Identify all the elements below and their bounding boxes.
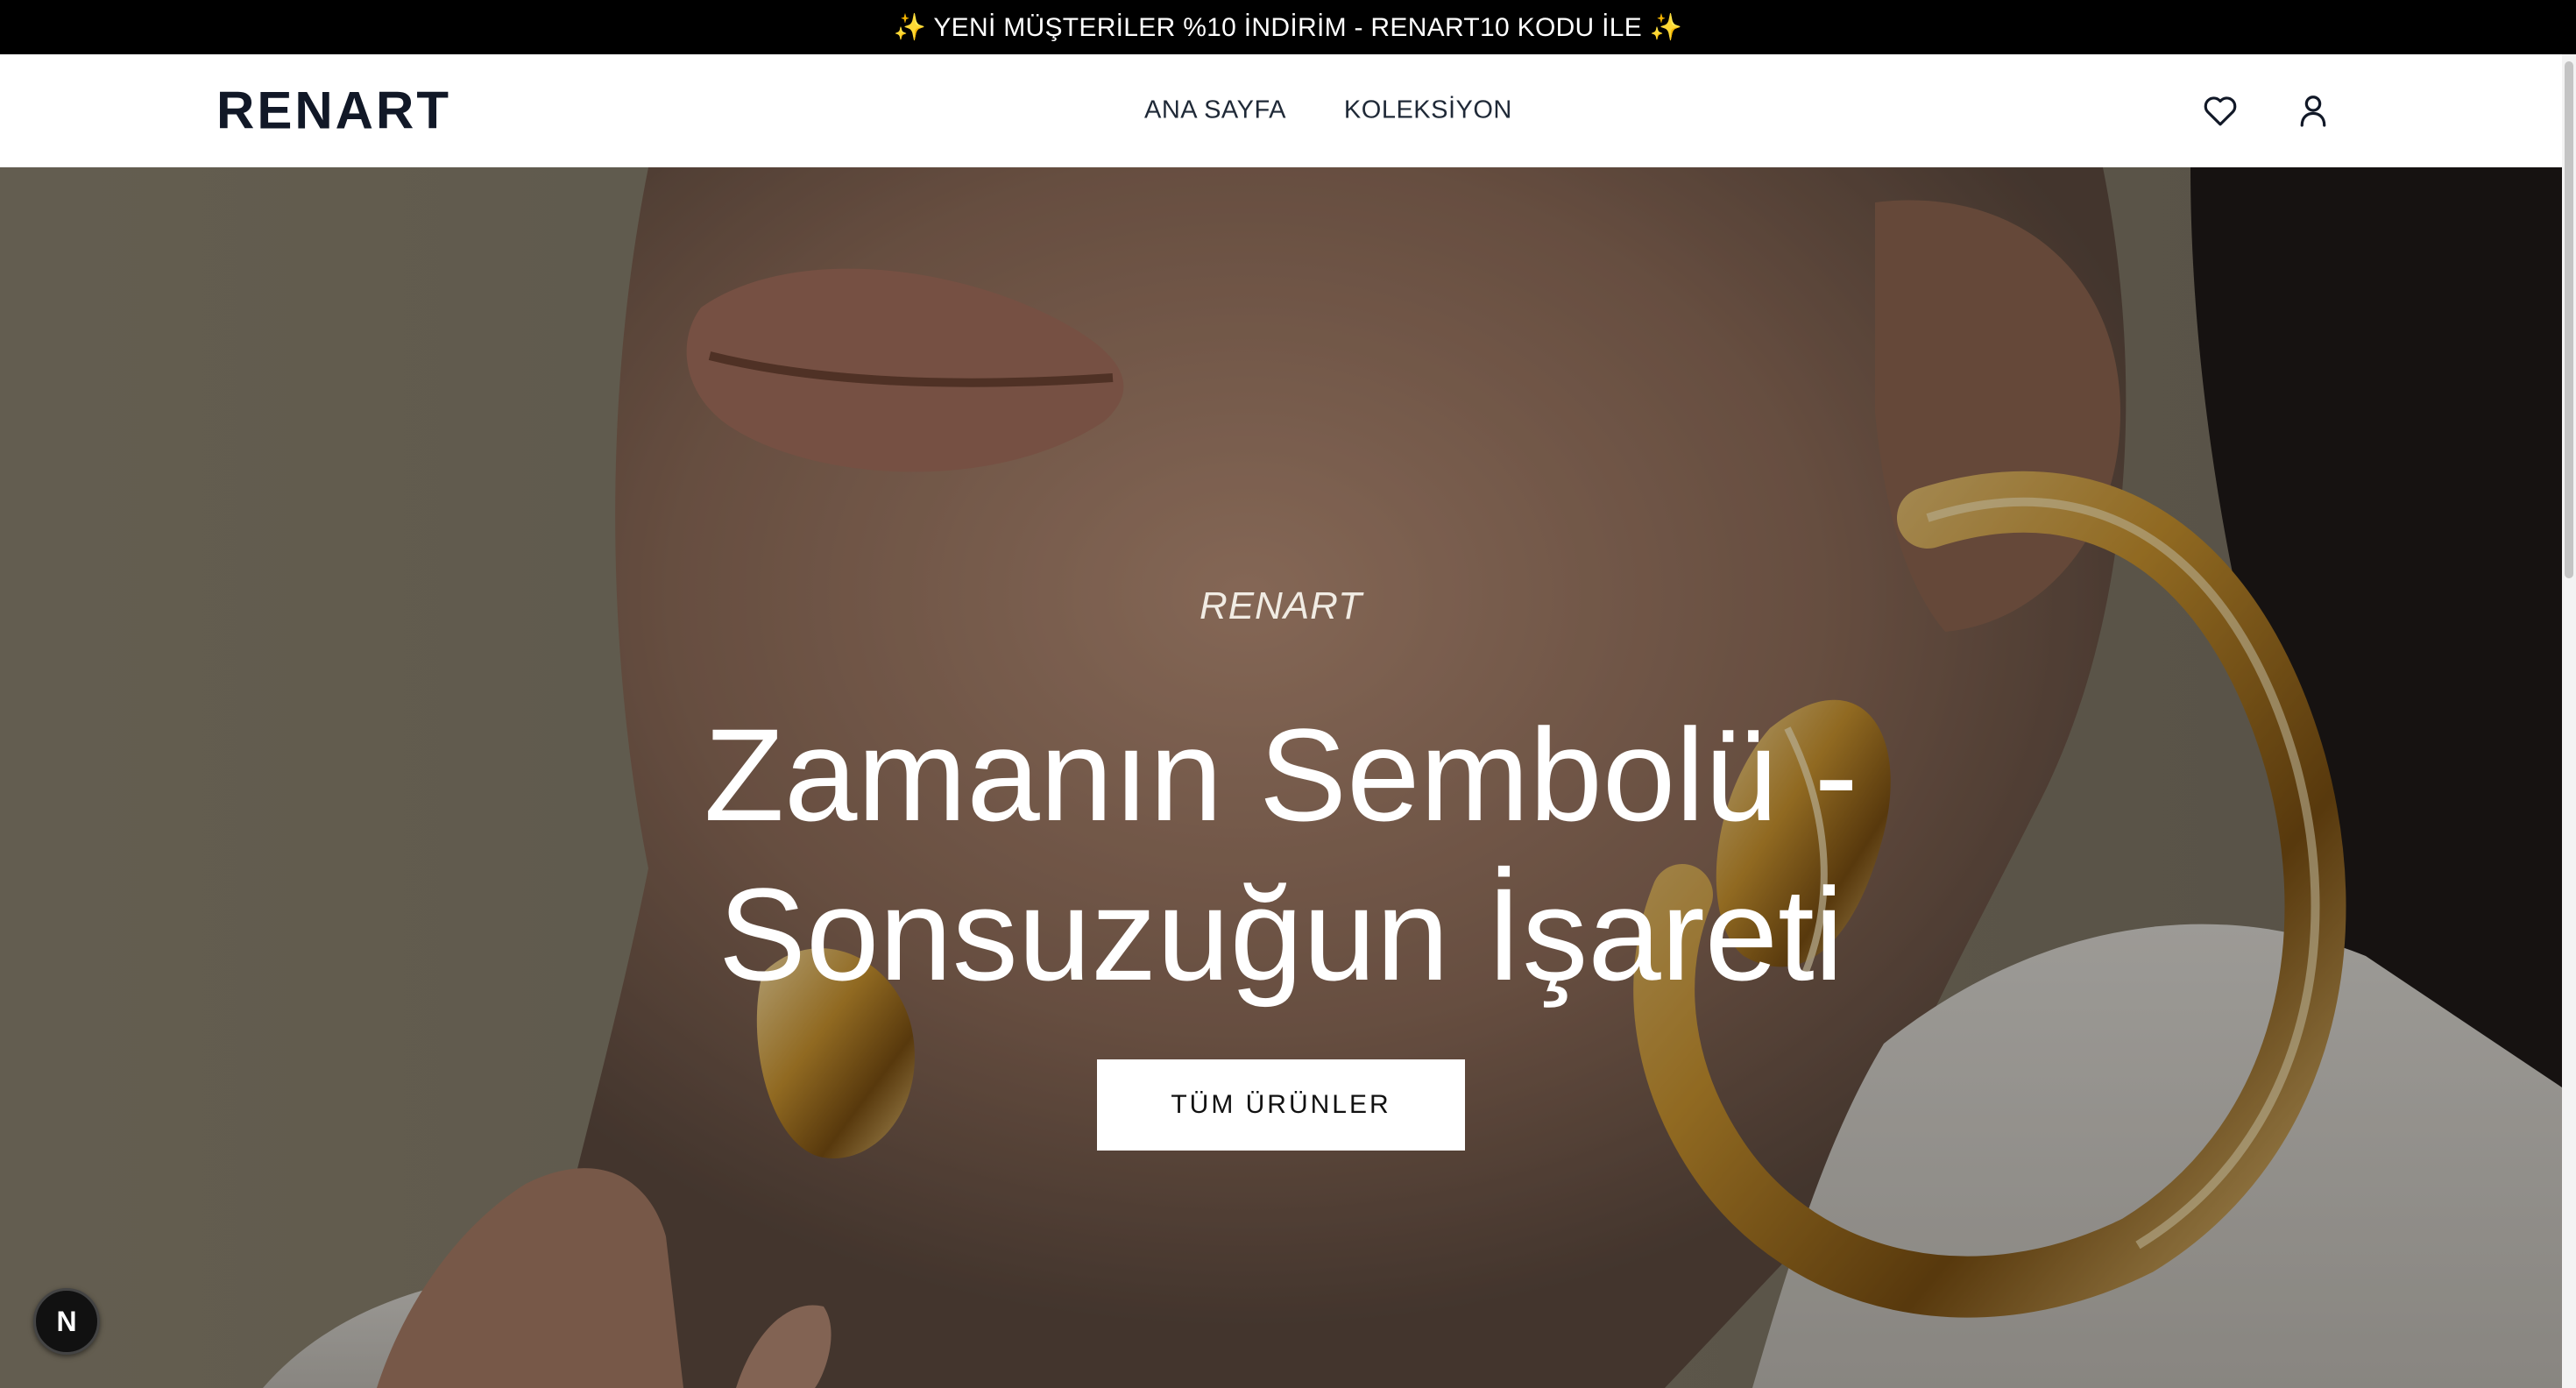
hero-title-line-1: Zamanın Sembolü - [704,701,1858,848]
nextjs-dev-badge[interactable]: N [33,1288,100,1355]
main-nav: ANA SAYFA KOLEKSİYON [1144,96,1512,125]
page: ✨ YENİ MÜŞTERİLER %10 İNDİRİM - RENART10… [0,0,2576,1388]
nav-item-home[interactable]: ANA SAYFA [1144,96,1286,125]
hero-title: Zamanın Sembolü - Sonsuzuğun İşareti [0,695,2562,1014]
account-button[interactable] [2294,91,2332,130]
hero-eyebrow: RENART [1199,584,1363,627]
user-icon [2300,96,2326,127]
announcement-bar: ✨ YENİ MÜŞTERİLER %10 İNDİRİM - RENART10… [0,0,2576,54]
nav-item-collection[interactable]: KOLEKSİYON [1344,96,1512,125]
announcement-text: ✨ YENİ MÜŞTERİLER %10 İNDİRİM - RENART10… [893,12,1683,42]
hero-content: RENART Zamanın Sembolü - Sonsuzuğun İşar… [0,167,2562,1388]
scrollbar-thumb[interactable] [2565,61,2573,578]
all-products-button[interactable]: TÜM ÜRÜNLER [1097,1059,1465,1151]
header-actions [2201,91,2332,130]
page-scrollbar[interactable] [2562,54,2576,1388]
hero-section: RENART Zamanın Sembolü - Sonsuzuğun İşar… [0,167,2562,1388]
favorites-button[interactable] [2201,91,2240,130]
heart-icon [2204,96,2237,126]
site-header: RENART ANA SAYFA KOLEKSİYON [0,54,2562,167]
site-logo[interactable]: RENART [216,81,451,141]
hero-title-line-2: Sonsuzuğun İşareti [718,860,1844,1008]
nextjs-icon: N [56,1305,77,1337]
